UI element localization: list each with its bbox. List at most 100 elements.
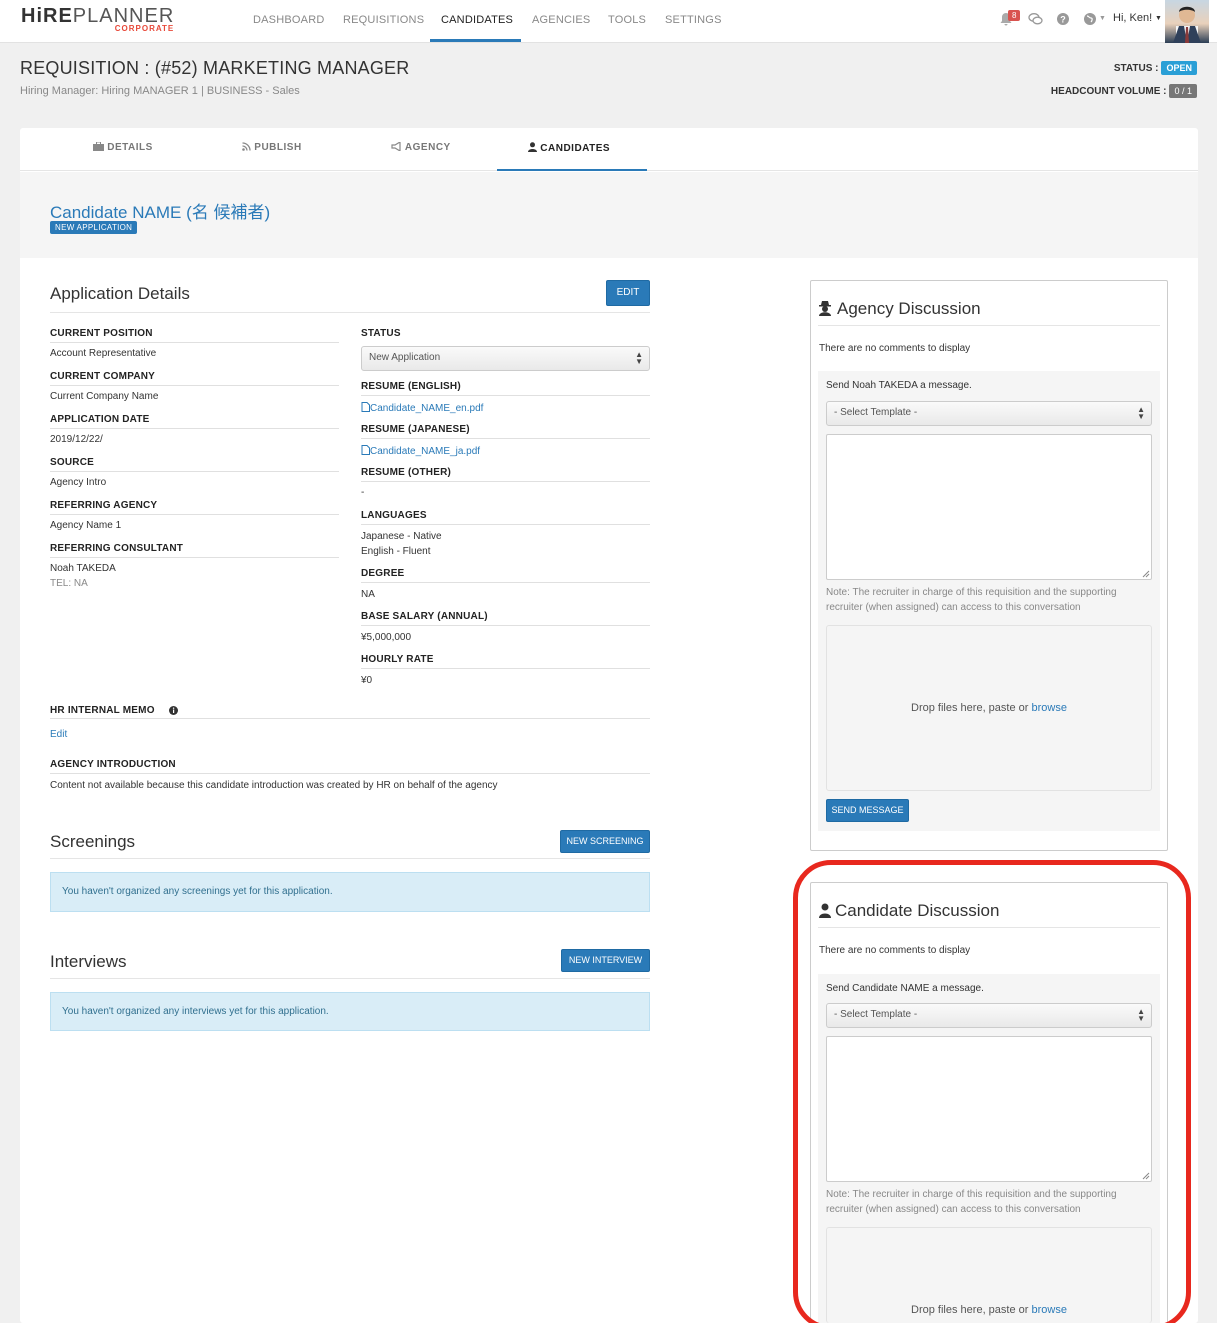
referring-consultant-label: REFERRING CONSULTANT xyxy=(50,543,184,554)
new-screening-button[interactable]: NEW SCREENING xyxy=(560,830,650,853)
divider xyxy=(361,438,650,439)
status-field-label: STATUS xyxy=(361,328,401,339)
resume-japanese-link[interactable]: Candidate_NAME_ja.pdf xyxy=(361,445,480,457)
resume-english-link[interactable]: Candidate_NAME_en.pdf xyxy=(361,402,483,414)
globe-icon[interactable] xyxy=(1084,13,1096,25)
candidate-discussion-title: Candidate Discussion xyxy=(835,901,1000,920)
status-label: STATUS : xyxy=(1113,63,1159,74)
info-icon[interactable] xyxy=(169,706,178,715)
hr-memo-edit-link[interactable]: Edit xyxy=(50,729,67,740)
user-icon xyxy=(528,142,537,152)
status-select[interactable]: New Application ▲ ▼ xyxy=(361,346,650,371)
divider xyxy=(50,718,650,719)
nav-agencies[interactable]: AGENCIES xyxy=(532,14,590,26)
agency-introduction-value: Content not available because this candi… xyxy=(50,780,498,791)
status-badge: OPEN xyxy=(1161,61,1197,75)
current-position-value: Account Representative xyxy=(50,348,157,359)
language-caret-icon[interactable]: ▼ xyxy=(1099,15,1106,22)
agency-template-select[interactable]: - Select Template - ▲ ▼ xyxy=(826,401,1152,426)
divider xyxy=(50,978,650,979)
resize-handle-icon[interactable] xyxy=(1142,1172,1150,1180)
divider xyxy=(50,385,339,386)
current-position-label: CURRENT POSITION xyxy=(50,328,153,339)
agency-message-textarea[interactable] xyxy=(826,434,1152,580)
user-greeting[interactable]: Hi, Ken! xyxy=(1113,12,1152,24)
referring-consultant-tel: TEL: NA xyxy=(50,578,88,589)
briefcase-icon xyxy=(93,141,104,151)
hourly-rate-label: HOURLY RATE xyxy=(361,654,434,665)
resize-handle-icon[interactable] xyxy=(1142,570,1150,578)
notification-count-badge[interactable]: 8 xyxy=(1008,10,1021,21)
language-item: Japanese - Native xyxy=(361,531,442,542)
application-date-label: APPLICATION DATE xyxy=(50,414,150,425)
hireplanner-logo[interactable]: HiREPLANNER CORPORATE xyxy=(21,6,174,38)
headcount-label: HEADCOUNT VOLUME : xyxy=(1050,86,1167,97)
nav-tools[interactable]: TOOLS xyxy=(608,14,646,26)
referring-consultant-value: Noah TAKEDA xyxy=(50,563,116,574)
current-company-value: Current Company Name xyxy=(50,391,159,402)
referring-agency-label: REFERRING AGENCY xyxy=(50,500,158,511)
requisition-tabs: DETAILS PUBLISH AGENCY CANDIDATES xyxy=(20,128,1198,171)
divider xyxy=(361,668,650,669)
candidate-message-textarea[interactable] xyxy=(826,1036,1152,1182)
interviews-empty-message: You haven't organized any interviews yet… xyxy=(50,992,650,1031)
pdf-file-icon xyxy=(361,445,370,455)
send-to-label: Send Noah TAKEDA a message. xyxy=(826,380,972,391)
avatar[interactable] xyxy=(1165,0,1209,43)
agency-file-dropzone[interactable]: Drop files here, paste or browse xyxy=(826,625,1152,791)
send-to-label: Send Candidate NAME a message. xyxy=(826,983,984,994)
edit-button[interactable]: EDIT xyxy=(606,280,650,306)
tab-agency[interactable]: AGENCY xyxy=(391,140,451,153)
resume-other-value: - xyxy=(361,487,365,498)
tab-details[interactable]: DETAILS xyxy=(93,141,153,153)
user-icon xyxy=(819,903,831,918)
active-nav-indicator xyxy=(430,39,521,42)
active-tab-indicator xyxy=(497,169,647,171)
screenings-title: Screenings xyxy=(50,832,136,851)
base-salary-value: ¥5,000,000 xyxy=(361,632,412,643)
screenings-empty-message: You haven't organized any screenings yet… xyxy=(50,872,650,912)
divider xyxy=(818,325,1160,326)
current-company-label: CURRENT COMPANY xyxy=(50,371,156,382)
nav-dashboard[interactable]: DASHBOARD xyxy=(253,14,324,26)
divider xyxy=(50,858,650,859)
application-details-title: Application Details xyxy=(50,284,190,303)
send-message-button[interactable]: SEND MESSAGE xyxy=(826,799,909,822)
svg-text:?: ? xyxy=(1060,15,1066,25)
pdf-file-icon xyxy=(361,402,370,412)
candidate-template-select[interactable]: - Select Template - ▲ ▼ xyxy=(826,1003,1152,1028)
resume-other-label: RESUME (OTHER) xyxy=(361,467,452,478)
divider xyxy=(361,582,650,583)
requisition-subtitle: Hiring Manager: Hiring MANAGER 1 | BUSIN… xyxy=(20,85,300,97)
agency-introduction-label: AGENCY INTRODUCTION xyxy=(50,759,176,770)
degree-value: NA xyxy=(361,589,375,600)
divider xyxy=(50,773,650,774)
divider xyxy=(361,625,650,626)
divider xyxy=(361,481,650,482)
referring-agency-value: Agency Name 1 xyxy=(50,520,122,531)
interviews-title: Interviews xyxy=(50,952,127,971)
divider xyxy=(50,428,339,429)
application-status-badge: NEW APPLICATION xyxy=(50,221,138,234)
user-caret-icon[interactable]: ▼ xyxy=(1155,15,1162,22)
new-interview-button[interactable]: NEW INTERVIEW xyxy=(561,949,650,972)
divider xyxy=(50,342,339,343)
browse-link[interactable]: browse xyxy=(1031,702,1066,714)
nav-candidates[interactable]: CANDIDATES xyxy=(441,14,513,26)
page-title: REQUISITION : (#52) MARKETING MANAGER xyxy=(20,58,410,78)
select-arrows-icon: ▲ ▼ xyxy=(1137,405,1145,421)
headcount-line: HEADCOUNT VOLUME :0 / 1 xyxy=(1051,84,1197,98)
candidate-name[interactable]: Candidate NAME (名 候補者) xyxy=(50,198,270,223)
select-arrows-icon: ▲ ▼ xyxy=(1137,1007,1145,1023)
chat-icon[interactable] xyxy=(1028,12,1043,26)
divider xyxy=(361,395,650,396)
browse-link[interactable]: browse xyxy=(1031,1304,1066,1316)
help-icon[interactable]: ? xyxy=(1057,13,1069,25)
nav-settings[interactable]: SETTINGS xyxy=(665,14,722,26)
tab-publish[interactable]: PUBLISH xyxy=(242,142,302,153)
tab-candidates[interactable]: CANDIDATES xyxy=(528,142,610,154)
candidate-file-dropzone[interactable]: Drop files here, paste or browse xyxy=(826,1227,1152,1323)
nav-requisitions[interactable]: REQUISITIONS xyxy=(343,14,424,26)
hr-memo-label: HR INTERNAL MEMO xyxy=(50,705,155,716)
top-navbar: HiREPLANNER CORPORATE DASHBOARD REQUISIT… xyxy=(0,0,1217,43)
